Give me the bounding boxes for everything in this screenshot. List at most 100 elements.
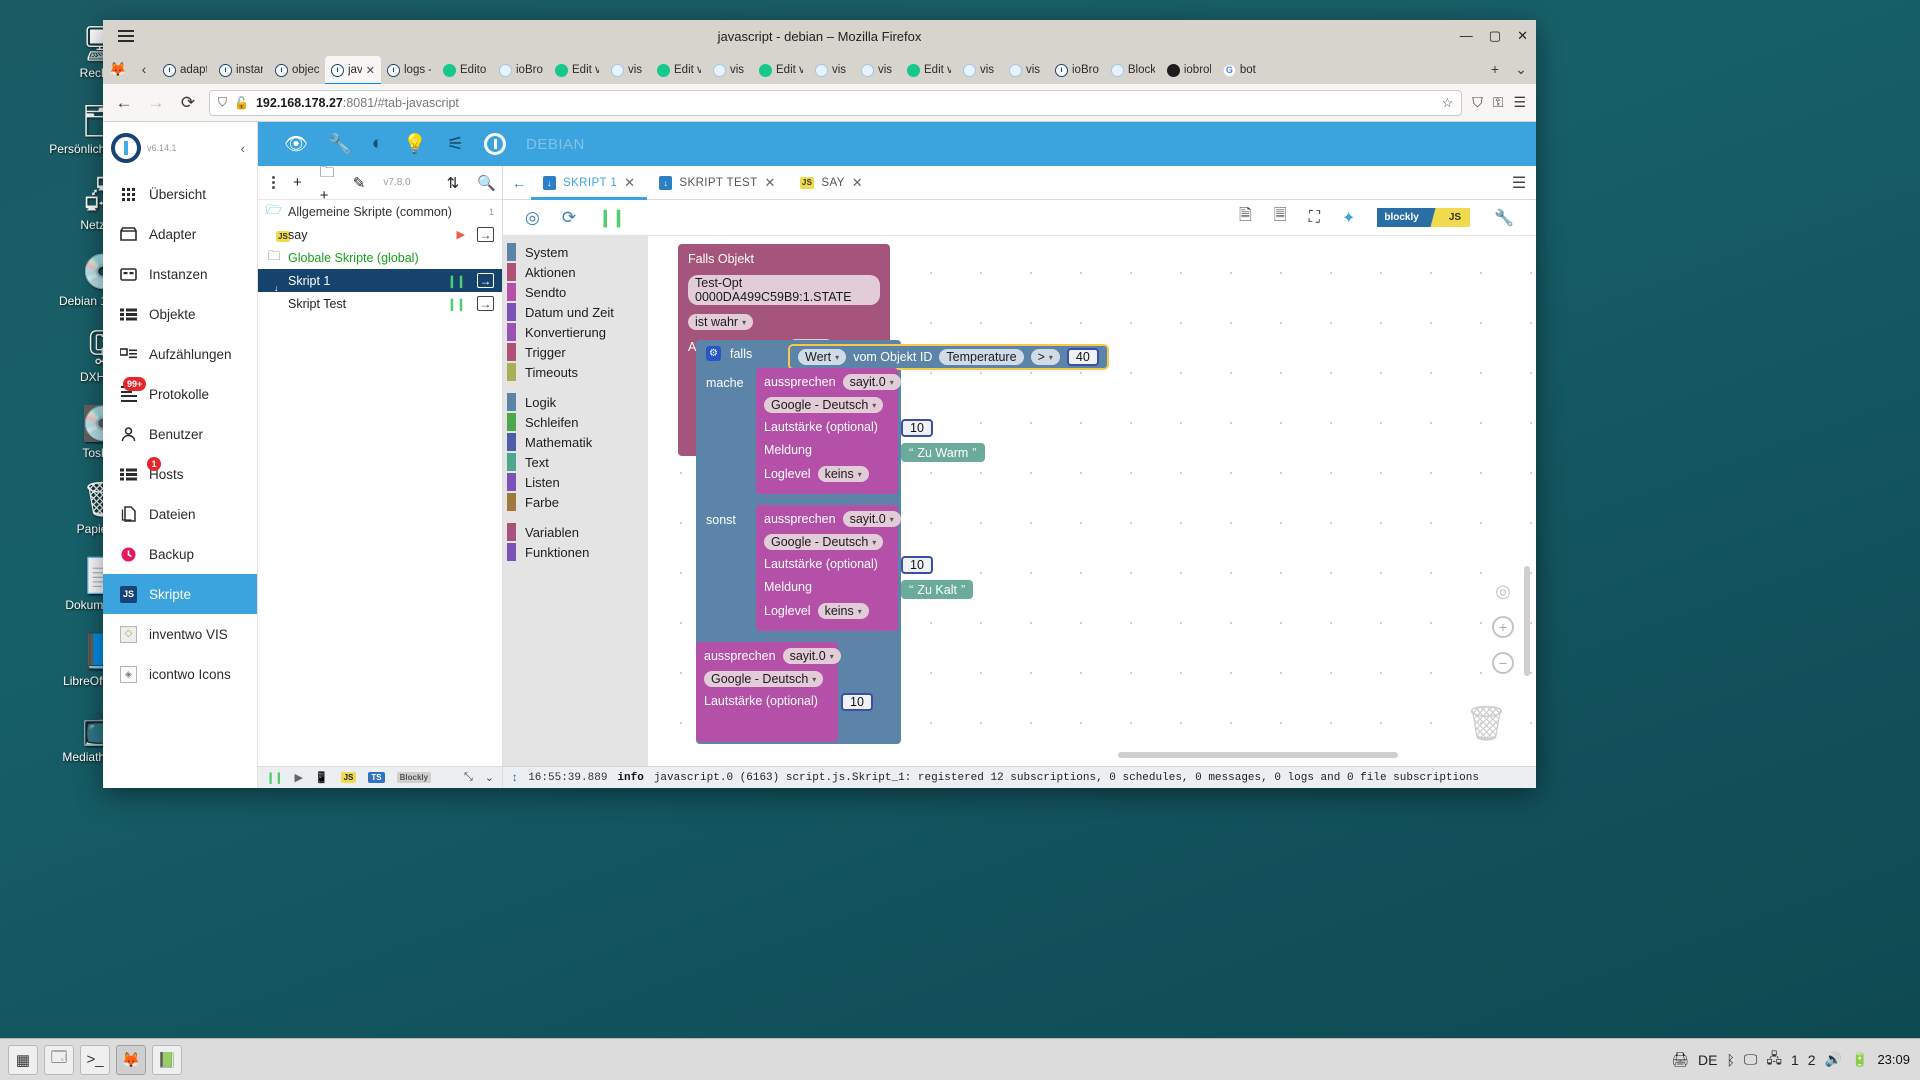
sidebar-item-protokolle[interactable]: Protokolle 99+ xyxy=(103,374,257,414)
browser-tab[interactable]: ı logs - xyxy=(381,56,437,84)
trigger-object-id-field[interactable]: Test-Opt 0000DA499C59B9:1.STATE xyxy=(688,275,880,305)
browser-tab[interactable]: iobrok xyxy=(1161,56,1217,84)
say-instance-dropdown[interactable]: sayit.0 ▾ xyxy=(842,374,901,390)
sort-button[interactable]: ⇅ xyxy=(447,174,460,192)
bookmark-star-icon[interactable]: ☆ xyxy=(1442,95,1454,111)
expand-all-icon[interactable]: ⤡ xyxy=(464,771,473,784)
play-all-icon[interactable]: ▶ xyxy=(294,771,302,784)
gear-icon[interactable]: 🔧 xyxy=(1494,208,1514,228)
terminal-button[interactable]: >_ xyxy=(80,1044,110,1075)
bluetooth-icon[interactable]: ᛒ xyxy=(1726,1052,1734,1068)
block-say-else[interactable]: aussprechen sayit.0 ▾ Google - Deutsch ▾ L… xyxy=(756,505,901,631)
script-tree-row[interactable]: Skript 1 ❙❙ → xyxy=(258,269,502,292)
contrast-icon[interactable]: ◐ xyxy=(372,133,383,155)
trigger-condition-dropdown[interactable]: ist wahr ▾ xyxy=(688,314,754,330)
toolbox-category-logik[interactable]: Logik xyxy=(503,392,648,412)
browser-tab[interactable]: ı ioBro xyxy=(1049,56,1105,84)
toolbox-category-konvertierung[interactable]: Konvertierung xyxy=(503,322,648,342)
browser-tab[interactable]: ıjava ✕ xyxy=(325,56,381,84)
gear-icon[interactable]: ⚙ xyxy=(706,346,721,361)
zoom-in-button[interactable]: + xyxy=(1492,616,1514,638)
browser-tab[interactable]: vis xyxy=(855,56,901,84)
value-kind-dropdown[interactable]: Wert ▾ xyxy=(798,349,847,365)
pause-icon[interactable]: ❙❙ xyxy=(598,208,625,228)
locate-icon[interactable]: ◎ xyxy=(525,208,540,228)
vertical-scrollbar[interactable] xyxy=(1524,566,1530,676)
browser-tab[interactable]: Gbot xyxy=(1217,56,1263,84)
browser-tab[interactable]: ıinstan xyxy=(213,56,269,84)
js-mode-label[interactable]: JS xyxy=(1439,208,1471,227)
sidebar-item-icontwo-icons[interactable]: ◈ icontwo Icons xyxy=(103,654,257,694)
wrench-icon[interactable]: 🔧 xyxy=(328,132,352,156)
sidebar-item--bersicht[interactable]: Übersicht xyxy=(103,174,257,214)
sidebar-item-benutzer[interactable]: Benutzer xyxy=(103,414,257,454)
tab-scroll-left-button[interactable]: ‹ xyxy=(131,54,157,84)
close-icon[interactable]: ✕ xyxy=(366,64,375,77)
more-options-icon[interactable] xyxy=(272,176,275,189)
firefox-taskbar-button[interactable]: 🦊 xyxy=(116,1044,146,1075)
forward-button[interactable]: → xyxy=(145,93,167,113)
browser-tab[interactable]: vis xyxy=(809,56,855,84)
reload-button[interactable]: ⟳ xyxy=(177,93,199,113)
address-bar[interactable]: ⛉ 🔓 192.168.178.27:8081/#tab-javascript … xyxy=(209,89,1463,116)
workspace-2-button[interactable]: 2 xyxy=(1808,1052,1816,1068)
tab-skript-1[interactable]: SKRIPT 1 ✕ xyxy=(531,166,648,200)
magic-icon[interactable]: ✦ xyxy=(1342,208,1355,228)
editor-menu-icon[interactable]: ☰ xyxy=(1502,173,1536,193)
say-voice-dropdown[interactable]: Google - Deutsch ▾ xyxy=(704,671,824,687)
toolbox-category-timeouts[interactable]: Timeouts xyxy=(503,362,648,382)
workspace-1-button[interactable]: 1 xyxy=(1791,1052,1799,1068)
tab-list-button[interactable]: ⌄ xyxy=(1508,54,1534,84)
sidebar-item-backup[interactable]: Backup xyxy=(103,534,257,574)
open-script-icon[interactable]: → xyxy=(477,227,494,242)
disconnect-icon[interactable]: ⚟ xyxy=(447,133,464,156)
mobile-icon[interactable]: 📱 xyxy=(315,771,329,784)
sidebar-item-hosts[interactable]: Hosts 1 xyxy=(103,454,257,494)
tab-skript-test[interactable]: SKRIPT TEST ✕ xyxy=(647,166,787,200)
toolbox-category-funktionen[interactable]: Funktionen xyxy=(503,542,648,562)
browser-tab[interactable]: vis xyxy=(957,56,1003,84)
say-volume-value-else[interactable]: 10 xyxy=(901,556,933,574)
close-icon[interactable]: ✕ xyxy=(852,175,863,191)
script-tree-row[interactable]: 🗁 Allgemeine Skripte (common) 1 xyxy=(258,200,502,223)
script-tree-row[interactable]: JS say ▶ → xyxy=(258,223,502,246)
browser-tab[interactable]: vis xyxy=(707,56,753,84)
block-comparison[interactable]: Wert ▾ vom Objekt ID Temperature > ▾ 40 xyxy=(788,344,1109,370)
browser-tab[interactable]: ioBrok xyxy=(493,56,549,84)
pause-script-icon[interactable]: ❙❙ xyxy=(447,274,466,288)
add-script-button[interactable]: + xyxy=(293,174,302,191)
browser-tab[interactable]: Edit vi xyxy=(753,56,809,84)
battery-icon[interactable]: 🔋 xyxy=(1851,1051,1868,1068)
sidebar-item-skripte[interactable]: JS Skripte xyxy=(103,574,257,614)
toolbox-category-sendto[interactable]: Sendto xyxy=(503,282,648,302)
run-script-icon[interactable]: ▶ xyxy=(457,228,465,241)
blockly-js-toggle[interactable]: blockly JS xyxy=(1377,208,1471,227)
save-to-pocket-icon[interactable]: ⛉ xyxy=(1472,94,1483,111)
say-loglevel-dropdown[interactable]: keins ▾ xyxy=(817,603,869,619)
zoom-out-button[interactable]: − xyxy=(1492,652,1514,674)
toolbox-category-schleifen[interactable]: Schleifen xyxy=(503,412,648,432)
app-menu-icon[interactable]: ☰ xyxy=(1513,94,1526,111)
comparison-object-id-field[interactable]: Temperature xyxy=(939,349,1024,365)
import-blocks-icon[interactable]: 🗏 xyxy=(1274,204,1287,231)
say-loglevel-dropdown[interactable]: keins ▾ xyxy=(817,466,869,482)
bulb-icon[interactable]: 💡 xyxy=(403,132,427,156)
toolbox-category-datum-und-zeit[interactable]: Datum und Zeit xyxy=(503,302,648,322)
open-script-icon[interactable]: → xyxy=(477,296,494,311)
say-instance-dropdown[interactable]: sayit.0 ▾ xyxy=(782,648,841,664)
insecure-connection-icon[interactable]: 🔓 xyxy=(234,96,249,110)
sidebar-item-adapter[interactable]: Adapter xyxy=(103,214,257,254)
editor-back-button[interactable]: ← xyxy=(507,175,531,191)
back-button[interactable]: ← xyxy=(113,93,135,113)
tab-say[interactable]: JS SAY ✕ xyxy=(788,166,875,200)
keyboard-layout-indicator[interactable]: DE xyxy=(1698,1052,1717,1068)
horizontal-scrollbar[interactable] xyxy=(1118,752,1398,758)
browser-tab[interactable]: Editor xyxy=(437,56,493,84)
printer-icon[interactable]: 🖨 xyxy=(1671,1051,1689,1068)
say-volume-value-tail[interactable]: 10 xyxy=(841,693,873,711)
sidebar-item-aufz-hlungen[interactable]: Aufzählungen xyxy=(103,334,257,374)
new-tab-button[interactable]: + xyxy=(1482,54,1508,84)
clock[interactable]: 23:09 xyxy=(1877,1052,1910,1067)
say-volume-value-do[interactable]: 10 xyxy=(901,419,933,437)
show-desktop-button[interactable]: ▦ xyxy=(8,1044,38,1075)
